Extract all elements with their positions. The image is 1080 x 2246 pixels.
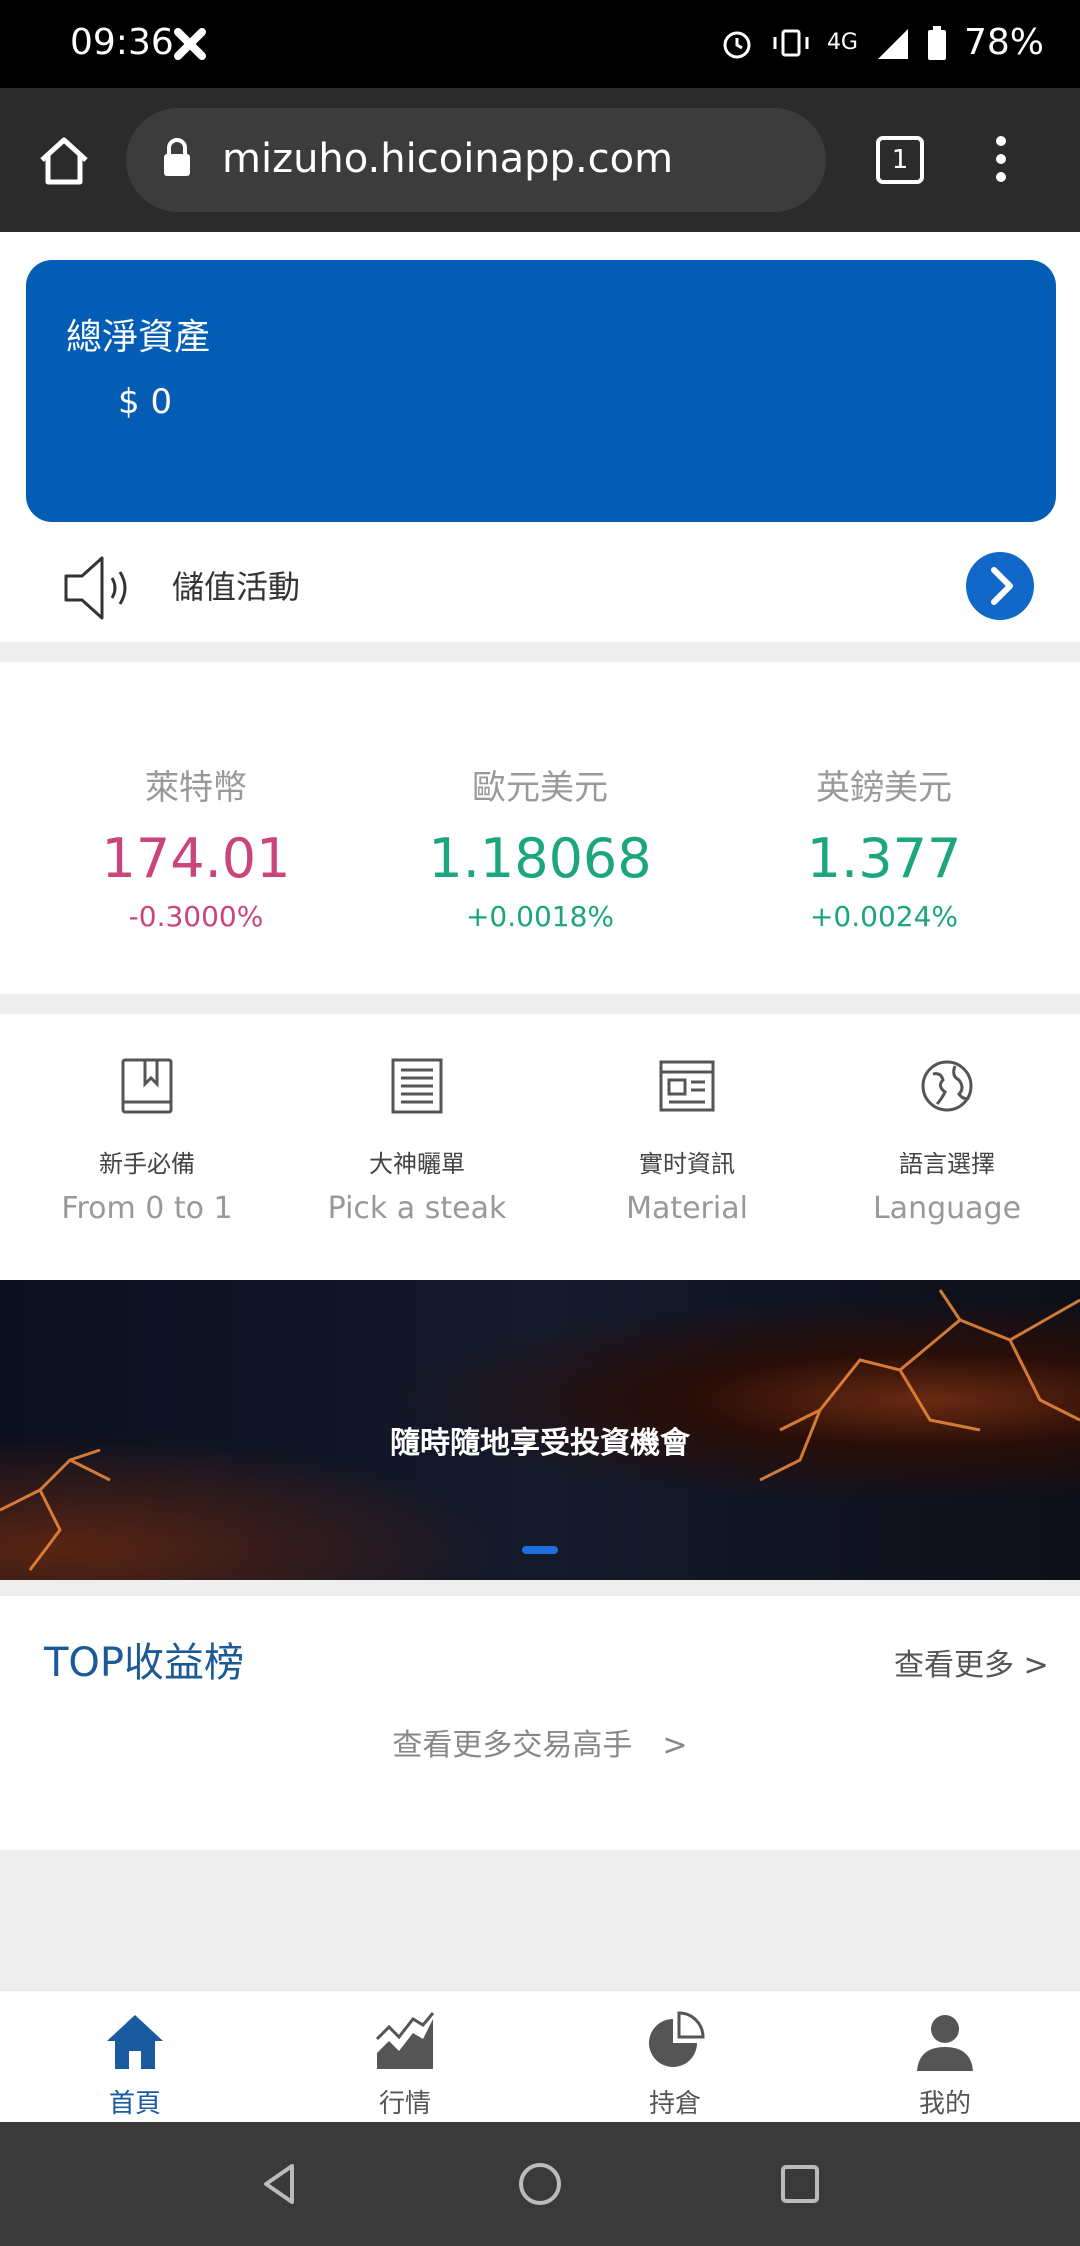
ticker-name: 歐元美元 bbox=[472, 768, 608, 808]
menu-label-en: Pick a steak bbox=[327, 1191, 507, 1226]
ticker-ltc[interactable]: 萊特幣 174.01 -0.3000% bbox=[16, 760, 376, 933]
menu-label-zh: 大神曬單 bbox=[369, 1150, 465, 1178]
ticker-change: +0.0018% bbox=[465, 900, 615, 933]
book-icon bbox=[121, 1058, 173, 1114]
nav-label: 持倉 bbox=[648, 2089, 701, 2119]
battery-icon bbox=[927, 25, 946, 60]
status-indicators: 4G 78% bbox=[719, 22, 1044, 63]
banner-caption: 隨時隨地享受投資機會 bbox=[390, 1426, 690, 1461]
menu-label-en: From 0 to 1 bbox=[61, 1191, 233, 1226]
ticker-name: 英鎊美元 bbox=[816, 768, 952, 808]
empty-section-background bbox=[0, 1850, 1080, 1990]
list-document-icon bbox=[391, 1058, 443, 1114]
app-notification-icon bbox=[174, 28, 206, 60]
menu-label-zh: 新手必備 bbox=[99, 1150, 195, 1178]
ticker-change: -0.3000% bbox=[128, 900, 264, 933]
ticker-change: +0.0024% bbox=[809, 900, 959, 933]
section-divider bbox=[0, 642, 1080, 662]
network-type: 4G bbox=[826, 30, 858, 55]
carousel-indicator[interactable] bbox=[522, 1546, 558, 1554]
url-text[interactable]: mizuho.hicoinapp.com bbox=[222, 136, 673, 182]
menu-label-zh: 實时資訊 bbox=[639, 1150, 735, 1178]
recents-icon[interactable] bbox=[776, 2160, 824, 2208]
deposit-promo-row[interactable]: 儲值活動 bbox=[0, 540, 1080, 640]
section-divider bbox=[0, 1580, 1080, 1596]
net-asset-value: $ 0 bbox=[118, 382, 173, 422]
home-icon bbox=[107, 2015, 163, 2069]
nav-profile[interactable]: 我的 bbox=[810, 2009, 1080, 2120]
menu-beginner-guide[interactable]: 新手必備 From 0 to 1 bbox=[12, 1054, 282, 1226]
menu-label-en: Material bbox=[626, 1191, 748, 1226]
ticker-eurusd[interactable]: 歐元美元 1.18068 +0.0018% bbox=[360, 760, 720, 933]
address-bar[interactable]: mizuho.hicoinapp.com bbox=[126, 108, 826, 212]
menu-label-zh: 語言選擇 bbox=[899, 1150, 995, 1178]
news-window-icon bbox=[659, 1060, 715, 1112]
ticker-gbpusd[interactable]: 英鎊美元 1.377 +0.0024% bbox=[704, 760, 1064, 933]
market-chart-icon bbox=[375, 2012, 435, 2069]
menu-label-en: Language bbox=[872, 1191, 1022, 1226]
browser-menu-icon[interactable] bbox=[996, 136, 1008, 190]
vibrate-icon bbox=[773, 29, 809, 56]
section-divider bbox=[0, 994, 1080, 1014]
promo-banner[interactable]: 隨時隨地享受投資機會 bbox=[0, 1280, 1080, 1580]
promo-arrow-button[interactable] bbox=[966, 552, 1034, 620]
alarm-icon bbox=[723, 31, 751, 58]
browser-toolbar: mizuho.hicoinapp.com 1 bbox=[0, 88, 1080, 232]
deposit-promo-text[interactable]: 儲值活動 bbox=[172, 562, 300, 608]
nav-label: 行情 bbox=[378, 2089, 431, 2119]
menu-realtime-news[interactable]: 實时資訊 Material bbox=[552, 1054, 822, 1226]
status-bar: 09:36 4G 78% bbox=[0, 0, 1080, 88]
globe-icon bbox=[921, 1060, 973, 1112]
bottom-navigation: 首頁 行情 持倉 我的 bbox=[0, 1990, 1080, 2123]
ticker-price: 1.377 bbox=[806, 827, 962, 890]
back-icon[interactable] bbox=[256, 2160, 304, 2208]
ticker-price: 174.01 bbox=[101, 827, 291, 890]
signal-icon bbox=[877, 28, 908, 59]
view-more-link[interactable]: 查看更多 > bbox=[894, 1640, 1049, 1684]
net-asset-label: 總淨資產 bbox=[66, 317, 211, 358]
menu-share-orders[interactable]: 大神曬單 Pick a steak bbox=[282, 1054, 552, 1226]
chevron-right-icon bbox=[991, 567, 1013, 605]
browser-home-icon[interactable] bbox=[36, 132, 92, 188]
nav-positions[interactable]: 持倉 bbox=[540, 2009, 810, 2120]
view-more-traders-link[interactable]: 查看更多交易高手 > bbox=[0, 1720, 1080, 1764]
pie-chart-icon bbox=[649, 2011, 705, 2067]
nav-label: 首頁 bbox=[108, 2089, 161, 2119]
lock-icon bbox=[164, 138, 190, 176]
home-circle-icon[interactable] bbox=[516, 2160, 564, 2208]
battery-level: 78% bbox=[963, 22, 1044, 63]
system-navigation-bar bbox=[0, 2122, 1080, 2246]
nav-home[interactable]: 首頁 bbox=[0, 2009, 270, 2120]
top-earnings-title: TOP收益榜 bbox=[44, 1640, 245, 1686]
ticker-name: 萊特幣 bbox=[145, 768, 247, 808]
nav-label: 我的 bbox=[918, 2089, 971, 2119]
user-icon bbox=[917, 2015, 973, 2071]
status-time: 09:36 bbox=[70, 22, 174, 63]
tab-switcher-button[interactable]: 1 bbox=[876, 136, 924, 184]
net-asset-card: 總淨資產 $ 0 bbox=[26, 260, 1056, 522]
ticker-price: 1.18068 bbox=[428, 827, 652, 890]
nav-market[interactable]: 行情 bbox=[270, 2009, 540, 2120]
menu-language[interactable]: 語言選擇 Language bbox=[812, 1054, 1080, 1226]
speaker-icon bbox=[64, 556, 127, 620]
